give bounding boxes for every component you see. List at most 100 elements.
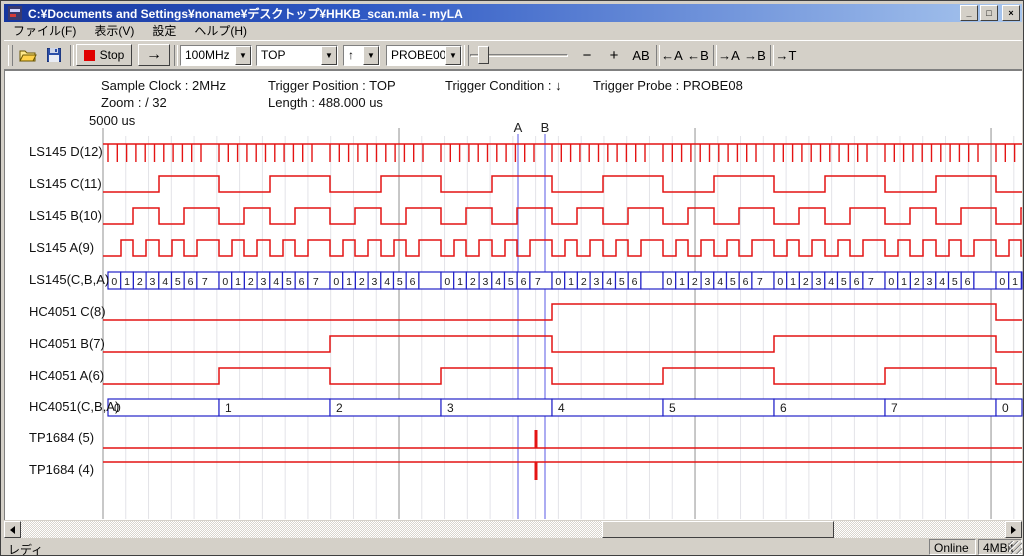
channel-label: TP1684 (5) — [29, 430, 94, 446]
channel-label: LS145 B(10) — [29, 208, 102, 224]
channel-label: HC4051 B(7) — [29, 336, 105, 352]
marker-b-label[interactable]: B — [539, 120, 551, 135]
window-title: C:¥Documents and Settings¥noname¥デスクトップ¥… — [28, 5, 958, 22]
menu-bar: ファイル(F) 表示(V) 設定 ヘルプ(H) — [4, 22, 1022, 40]
bus-cell-label: 2 — [581, 276, 587, 288]
chevron-down-icon[interactable]: ▼ — [363, 46, 379, 65]
zoom-in-button[interactable]: + — [605, 46, 623, 64]
toolbar-gripper[interactable] — [8, 45, 13, 66]
status-bar: レディ Online 4MBit — [4, 539, 1022, 556]
bus-cell-label: 2 — [692, 276, 698, 288]
trigger-position-text: Trigger Position : TOP — [268, 78, 396, 93]
set-marker-a-button[interactable]: →A — [717, 46, 741, 64]
stop-button[interactable]: Stop — [76, 44, 132, 66]
marker-a-label[interactable]: A — [512, 120, 524, 135]
title-bar[interactable]: C:¥Documents and Settings¥noname¥デスクトップ¥… — [4, 4, 1022, 22]
bus-cell — [974, 272, 996, 289]
scroll-right-button[interactable] — [1005, 521, 1022, 538]
trigger-position-value: TOP — [257, 46, 321, 65]
bus-cell-label: 7 — [891, 401, 898, 415]
horizontal-scrollbar[interactable] — [4, 521, 1022, 538]
bus-cell-label: 4 — [558, 401, 565, 415]
resize-grip[interactable] — [1009, 541, 1022, 554]
ab-range-button[interactable]: AB — [629, 46, 653, 64]
arrow-left-icon — [10, 526, 15, 534]
trigger-position-combo[interactable]: TOP ▼ — [256, 45, 338, 66]
goto-trigger-button[interactable]: →T — [774, 46, 798, 64]
bus-cell-label: 5 — [730, 276, 736, 288]
sample-clock-combo[interactable]: 100MHz ▼ — [180, 45, 252, 66]
save-button[interactable] — [42, 46, 66, 64]
chevron-down-icon[interactable]: ▼ — [321, 46, 337, 65]
trace-wave — [103, 240, 1022, 256]
zoom-slider-handle[interactable] — [478, 46, 489, 64]
app-window: 0123456701234567012345601234567012345601… — [0, 0, 1024, 556]
trigger-edge-value: ↑ — [344, 46, 363, 65]
trigger-probe-combo[interactable]: PROBE00 ▼ — [386, 45, 462, 66]
channel-label: TP1684 (4) — [29, 462, 94, 478]
bus-cell-label: 2 — [137, 276, 143, 288]
goto-marker-a-button[interactable]: ←A — [660, 46, 684, 64]
trigger-probe-value: PROBE00 — [387, 46, 445, 65]
bus-cell-label: 0 — [888, 276, 894, 288]
bus-cell-label: 3 — [816, 276, 822, 288]
chevron-down-icon[interactable]: ▼ — [445, 46, 461, 65]
bus-cell-label: 1 — [235, 276, 241, 288]
arrow-right-icon — [1011, 526, 1016, 534]
bus-cell — [308, 272, 330, 289]
goto-marker-b-button[interactable]: ←B — [686, 46, 710, 64]
scrollbar-thumb[interactable] — [602, 521, 834, 538]
bus-cell-label: 2 — [470, 276, 476, 288]
open-folder-icon — [19, 48, 37, 62]
run-button[interactable]: → — [138, 44, 170, 66]
status-ready-text: レディ — [8, 541, 43, 556]
bus-cell — [108, 399, 219, 416]
status-online-badge: Online — [929, 539, 976, 555]
bus-cell-label: 1 — [901, 276, 907, 288]
bus-cell-label: 0 — [222, 276, 228, 288]
app-icon — [6, 5, 24, 21]
trigger-condition-text: Trigger Condition : ↓ — [445, 78, 562, 93]
stop-button-label: Stop — [100, 48, 125, 62]
bus-cell-label: 1 — [790, 276, 796, 288]
bus-cell — [641, 272, 663, 289]
channel-label: HC4051(C,B,A) — [29, 399, 119, 415]
bus-cell-label: 4 — [606, 276, 612, 288]
bus-cell-label: 3 — [927, 276, 933, 288]
menu-help[interactable]: ヘルプ(H) — [185, 22, 256, 40]
bus-cell-label: 1 — [457, 276, 463, 288]
zoom-out-button[interactable]: − — [578, 46, 596, 64]
bus-cell-label: 7 — [757, 276, 763, 288]
bus-cell-label: 6 — [632, 276, 638, 288]
toolbar-gripper[interactable] — [464, 45, 469, 66]
open-file-button[interactable] — [16, 46, 40, 64]
trigger-edge-combo[interactable]: ↑ ▼ — [343, 45, 380, 66]
trace-wave — [103, 336, 1022, 352]
chevron-down-icon[interactable]: ▼ — [235, 46, 251, 65]
bus-cell-label: 2 — [336, 401, 343, 415]
bus-cell-label: 0 — [111, 276, 117, 288]
bus-cell-label: 3 — [594, 276, 600, 288]
channel-label: LS145 A(9) — [29, 240, 94, 256]
bus-cell — [330, 399, 441, 416]
menu-settings[interactable]: 設定 — [143, 22, 185, 40]
bus-cell-label: 2 — [359, 276, 365, 288]
bus-cell-label: 0 — [333, 276, 339, 288]
bus-cell-label: 6 — [299, 276, 305, 288]
bus-cell — [441, 399, 552, 416]
set-marker-b-button[interactable]: →B — [743, 46, 767, 64]
bus-cell-label: 1 — [568, 276, 574, 288]
menu-view[interactable]: 表示(V) — [85, 22, 143, 40]
close-button[interactable]: × — [1002, 5, 1020, 21]
maximize-button[interactable]: □ — [980, 5, 998, 21]
bus-cell-label: 2 — [914, 276, 920, 288]
minimize-button[interactable]: _ — [960, 5, 978, 21]
bus-cell-label: 6 — [854, 276, 860, 288]
menu-file[interactable]: ファイル(F) — [4, 22, 85, 40]
bus-cell — [552, 399, 663, 416]
scroll-left-button[interactable] — [4, 521, 21, 538]
run-arrow-icon: → — [146, 46, 162, 64]
bus-cell-label: 4 — [273, 276, 279, 288]
bus-cell — [663, 399, 774, 416]
bus-cell — [419, 272, 441, 289]
